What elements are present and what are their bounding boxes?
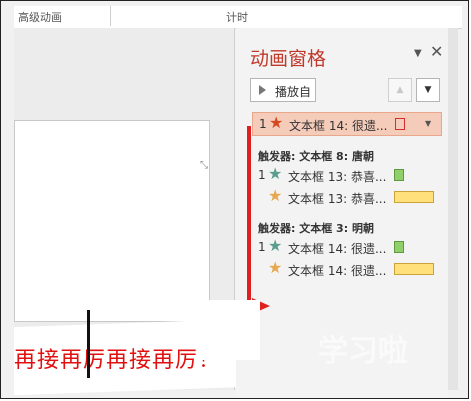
item-label: 文本框 14: 很遗...	[288, 242, 387, 256]
play-from-button[interactable]: 播放自	[250, 78, 316, 102]
animation-item-selected[interactable]: 1 ★ 文本框 14: 很遗... ▼	[252, 112, 442, 136]
slide-text-box[interactable]: 再接再厉再接再厉！	[14, 342, 221, 374]
play-from-label: 播放自	[275, 85, 312, 99]
pane-options-icon[interactable]: ▼	[414, 48, 422, 59]
timeline-marker	[394, 169, 404, 181]
item-label: 文本框 13: 恭喜...	[288, 170, 387, 184]
star-icon: ★	[268, 236, 283, 255]
animation-item[interactable]: ★ 文本框 14: 很遗...	[252, 258, 442, 280]
star-icon: ★	[268, 258, 283, 277]
timeline-bar	[394, 263, 434, 275]
item-number: 1	[258, 240, 266, 254]
item-number: 1	[259, 117, 267, 131]
move-up-button[interactable]: ▲	[388, 78, 412, 102]
pane-title: 动画窗格	[250, 48, 327, 70]
star-icon: ★	[269, 113, 284, 132]
timeline-marker	[395, 118, 405, 130]
item-dropdown-icon[interactable]: ▼	[425, 119, 431, 128]
watermark: 学习啦	[318, 334, 408, 369]
ribbon-group-advanced-animation: 高级动画	[18, 11, 62, 24]
item-label: 文本框 14: 很遗...	[288, 264, 387, 278]
ribbon-divider	[110, 6, 111, 26]
ribbon-group-timing: 计时	[226, 11, 248, 24]
trigger-header: 触发器: 文本框 3: 明朝	[258, 222, 374, 235]
text-cursor	[87, 310, 90, 378]
slide-bottom-strip-2	[200, 300, 260, 360]
annotation-arrow-line	[247, 126, 251, 306]
star-icon: ★	[268, 186, 283, 205]
animation-item[interactable]: 1 ★ 文本框 14: 很遗...	[252, 236, 442, 258]
timeline-bar	[394, 191, 434, 203]
animation-item[interactable]: ★ 文本框 13: 恭喜...	[252, 186, 442, 208]
close-icon[interactable]: ✕	[430, 42, 443, 61]
item-number: 1	[258, 168, 266, 182]
star-icon: ★	[268, 164, 283, 183]
resize-handle-icon[interactable]: ⤡	[200, 160, 208, 171]
timeline-marker	[394, 241, 404, 253]
move-down-button[interactable]: ▼	[416, 78, 440, 102]
animation-item[interactable]: 1 ★ 文本框 13: 恭喜...	[252, 164, 442, 186]
item-label: 文本框 14: 很遗...	[289, 119, 388, 133]
slide-canvas[interactable]	[14, 120, 210, 322]
trigger-header: 触发器: 文本框 8: 唐朝	[258, 150, 374, 163]
play-triangle-icon	[259, 85, 266, 95]
pane-scrollbar[interactable]	[448, 28, 458, 390]
item-label: 文本框 13: 恭喜...	[288, 192, 387, 206]
